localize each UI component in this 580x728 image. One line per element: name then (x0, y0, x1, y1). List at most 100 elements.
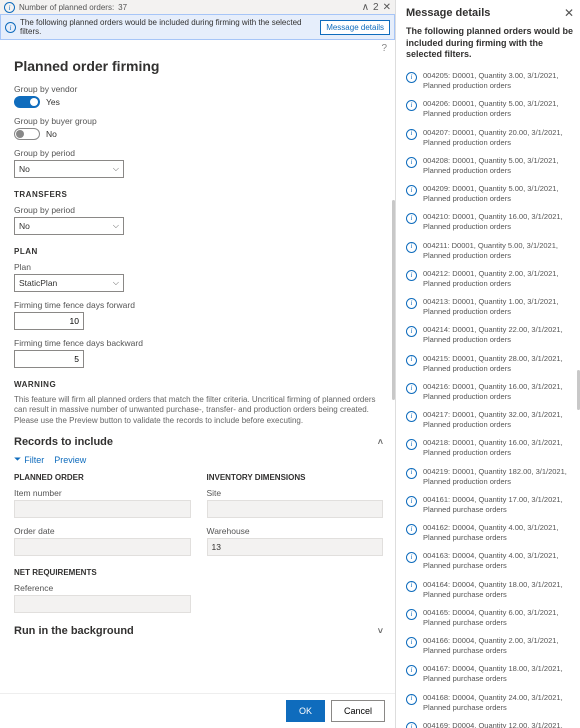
bwd-label: Firming time fence days backward (14, 338, 383, 348)
filter-link[interactable]: ⏷ Filter (14, 454, 44, 465)
preview-link[interactable]: Preview (54, 454, 86, 465)
plan-value: StaticPlan (19, 278, 57, 288)
item-number-label: Item number (14, 488, 191, 498)
cancel-button[interactable]: Cancel (331, 700, 385, 722)
chevron-down-icon: ˅ (378, 626, 383, 636)
message-text: 004213: D0001, Quantity 1.00, 3/1/2021, … (423, 297, 574, 317)
message-item: i 004164: D0004, Quantity 18.00, 3/1/2021… (406, 580, 574, 600)
info-icon: i (406, 298, 417, 309)
chevron-down-icon: ⌵ (113, 164, 119, 174)
message-list[interactable]: i004205: D0001, Quantity 3.00, 3/1/2021,… (406, 71, 574, 728)
bwd-input[interactable] (14, 350, 84, 368)
message-item: i004166: D0004, Quantity 2.00, 3/1/2021,… (406, 636, 574, 656)
info-icon: i (406, 185, 417, 196)
site-input[interactable] (207, 500, 384, 518)
info-icon: i (406, 722, 417, 728)
order-date-input[interactable] (14, 538, 191, 556)
message-text: 004162: D0004, Quantity 4.00, 3/1/2021, … (423, 523, 574, 543)
scrollbar[interactable] (392, 200, 395, 400)
message-text: 004161: D0004, Quantity 17.00, 3/1/2021,… (423, 495, 574, 515)
message-item: i 004163: D0004, Quantity 4.00, 3/1/2021,… (406, 551, 574, 571)
message-item: i004161: D0004, Quantity 17.00, 3/1/2021… (406, 495, 574, 515)
group-by-buyer-value: No (46, 129, 57, 139)
message-item: i004165: D0004, Quantity 6.00, 3/1/2021,… (406, 608, 574, 628)
item-number-input[interactable] (14, 500, 191, 518)
chevron-down-icon: ⌵ (113, 278, 119, 288)
warehouse-label: Warehouse (207, 526, 384, 536)
message-details-button[interactable]: Message details (320, 20, 390, 35)
banner-text: The following planned orders would be in… (20, 18, 316, 36)
message-item: i 004213: D0001, Quantity 1.00, 3/1/2021,… (406, 297, 574, 317)
info-icon: i (406, 581, 417, 592)
status-label: Number of planned orders: (19, 3, 114, 12)
message-item: i 004208: D0001, Quantity 5.00, 3/1/2021,… (406, 156, 574, 176)
message-item: i004212: D0001, Quantity 2.00, 3/1/2021,… (406, 269, 574, 289)
message-text: 004211: D0001, Quantity 5.00, 3/1/2021, … (423, 241, 574, 261)
reference-input[interactable] (14, 595, 191, 613)
message-item: i 004169: D0004, Quantity 12.00, 3/1/2021… (406, 721, 574, 728)
plan-label: Plan (14, 262, 383, 272)
info-icon: i (406, 439, 417, 450)
info-icon: i (406, 694, 417, 705)
message-text: 004167: D0004, Quantity 18.00, 3/1/2021,… (423, 664, 574, 684)
form-scroll-area[interactable]: Planned order firming Group by vendor Ye… (0, 54, 395, 693)
close-icon[interactable]: ✕ (383, 2, 391, 13)
message-item: i004216: D0001, Quantity 16.00, 3/1/2021… (406, 382, 574, 402)
message-item: i 004211: D0001, Quantity 5.00, 3/1/2021,… (406, 241, 574, 261)
message-text: 004219: D0001, Quantity 182.00, 3/1/2021… (423, 467, 574, 487)
message-item: i004167: D0004, Quantity 18.00, 3/1/2021… (406, 664, 574, 684)
warehouse-input[interactable]: 13 (207, 538, 384, 556)
message-item: i004205: D0001, Quantity 3.00, 3/1/2021,… (406, 71, 574, 91)
collapse-icon[interactable]: ∧ (362, 2, 369, 13)
info-icon: i (406, 411, 417, 422)
message-item: i004162: D0004, Quantity 4.00, 3/1/2021,… (406, 523, 574, 543)
message-text: 004208: D0001, Quantity 5.00, 3/1/2021, … (423, 156, 574, 176)
site-label: Site (207, 488, 384, 498)
transfers-period-label: Group by period (14, 205, 383, 215)
message-text: 004165: D0004, Quantity 6.00, 3/1/2021, … (423, 608, 574, 628)
order-date-label: Order date (14, 526, 191, 536)
message-text: 004163: D0004, Quantity 4.00, 3/1/2021, … (423, 551, 574, 571)
info-icon: i (406, 637, 417, 648)
transfers-period-select[interactable]: No ⌵ (14, 217, 124, 235)
fwd-input[interactable] (14, 312, 84, 330)
net-req-heading: NET REQUIREMENTS (14, 568, 383, 577)
run-background-label: Run in the background (14, 625, 134, 637)
message-item: i004218: D0001, Quantity 16.00, 3/1/2021… (406, 438, 574, 458)
details-subtitle: The following planned orders would be in… (406, 26, 574, 61)
info-icon: i (406, 129, 417, 140)
info-banner: i The following planned orders would be … (0, 14, 395, 40)
group-by-buyer-label: Group by buyer group (14, 116, 383, 126)
help-icon[interactable]: ? (381, 43, 387, 54)
plan-select[interactable]: StaticPlan ⌵ (14, 274, 124, 292)
group-by-buyer-toggle[interactable] (14, 128, 40, 140)
details-title: Message details (406, 7, 490, 19)
chevron-up-icon: ˄ (378, 437, 383, 447)
group-by-period-value: No (19, 164, 30, 174)
warning-heading: WARNING (14, 380, 383, 389)
group-by-period-select[interactable]: No ⌵ (14, 160, 124, 178)
info-icon: i (406, 157, 417, 168)
message-text: 004169: D0004, Quantity 12.00, 3/1/2021,… (423, 721, 574, 728)
info-icon: i (406, 326, 417, 337)
warning-text: This feature will firm all planned order… (14, 395, 383, 426)
message-item: i004209: D0001, Quantity 5.00, 3/1/2021,… (406, 184, 574, 204)
status-count: 37 (118, 3, 127, 12)
group-by-vendor-value: Yes (46, 97, 60, 107)
info-icon: i (406, 100, 417, 111)
dialog-footer: OK Cancel (0, 693, 395, 728)
info-icon: i (406, 242, 417, 253)
run-background-header[interactable]: Run in the background ˅ (14, 625, 383, 637)
fwd-label: Firming time fence days forward (14, 300, 383, 310)
message-text: 004206: D0001, Quantity 5.00, 3/1/2021, … (423, 99, 574, 119)
info-icon: i (406, 270, 417, 281)
reference-label: Reference (14, 583, 383, 593)
ok-button[interactable]: OK (286, 700, 325, 722)
message-item: i004210: D0001, Quantity 16.00, 3/1/2021… (406, 212, 574, 232)
records-header[interactable]: Records to include ˄ (14, 436, 383, 448)
message-text: 004164: D0004, Quantity 18.00, 3/1/2021,… (423, 580, 574, 600)
close-icon[interactable]: ✕ (564, 6, 574, 20)
group-by-vendor-label: Group by vendor (14, 84, 383, 94)
group-by-vendor-toggle[interactable] (14, 96, 40, 108)
info-icon: i (406, 552, 417, 563)
